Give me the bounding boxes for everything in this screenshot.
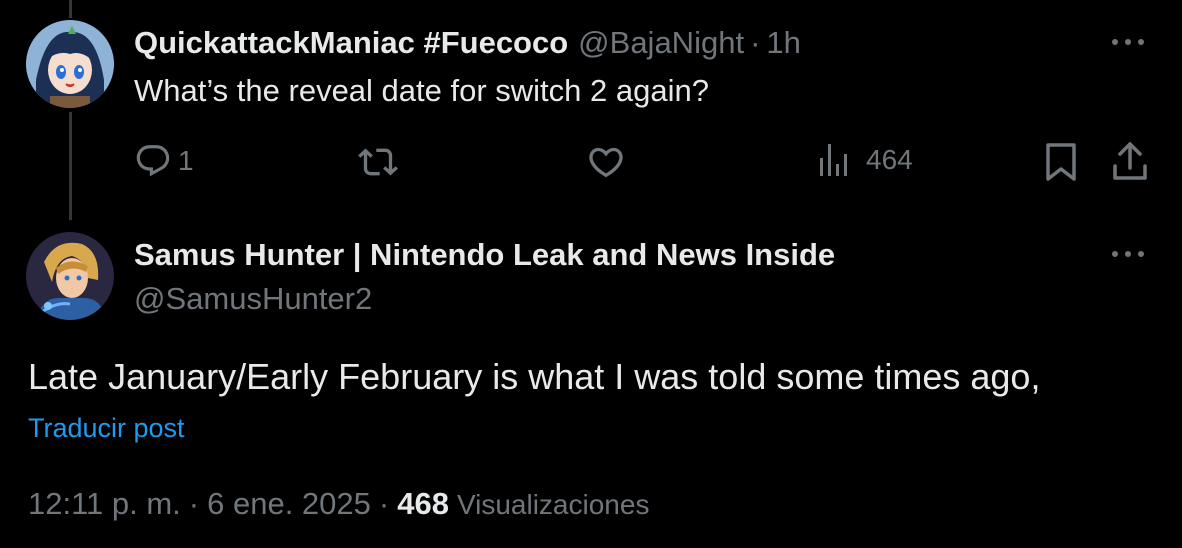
retweet-button[interactable] — [358, 142, 398, 182]
retweet-icon — [358, 148, 398, 176]
views-chart-icon — [820, 144, 847, 176]
tweet-thread: QuickattackManiac #Fuecoco @BajaNight · … — [0, 0, 1182, 548]
avatar-anime-girl-image — [26, 20, 114, 108]
views-stat[interactable]: 464 — [818, 142, 913, 178]
relative-time[interactable]: 1h — [766, 22, 800, 64]
translate-post-link[interactable]: Traducir post — [28, 410, 185, 446]
more-dot — [1138, 39, 1144, 45]
bookmark-icon — [1046, 143, 1076, 181]
thread-connector-line — [69, 112, 72, 220]
heart-icon — [589, 147, 623, 178]
more-options-button[interactable] — [1112, 32, 1144, 52]
reply-button[interactable]: 1 — [134, 142, 194, 180]
tweet-1-header: QuickattackManiac #Fuecoco @BajaNight · … — [134, 22, 801, 64]
more-horizontal-icon — [1112, 39, 1118, 45]
avatar-bajanight[interactable] — [26, 20, 114, 108]
more-dot — [1138, 251, 1144, 257]
more-dot — [1125, 39, 1131, 45]
tweet-text: What’s the reveal date for switch 2 agai… — [134, 73, 709, 108]
date[interactable]: 6 ene. 2025 — [207, 484, 371, 524]
reply-icon — [136, 145, 170, 177]
share-icon — [1113, 142, 1147, 180]
avatar-samushunter2[interactable] — [26, 232, 114, 320]
separator-dot: · — [378, 486, 390, 521]
views-label: Visualizaciones — [456, 489, 650, 520]
tweet-text: Late January/Early February is what I wa… — [28, 356, 1041, 397]
display-name[interactable]: QuickattackManiac #Fuecoco — [134, 22, 568, 64]
tweet-metadata: 12:11 p. m. · 6 ene. 2025 · 468 Visualiz… — [28, 484, 649, 525]
views-count: 464 — [866, 144, 913, 175]
reply-count: 1 — [178, 145, 194, 176]
more-horizontal-icon — [1112, 251, 1118, 257]
share-button[interactable] — [1110, 140, 1150, 182]
timestamp[interactable]: 12:11 p. m. — [28, 484, 181, 524]
user-handle[interactable]: @SamusHunter2 — [134, 278, 372, 320]
avatar-samus-image — [26, 232, 114, 320]
more-options-button[interactable] — [1112, 244, 1144, 264]
bookmark-button[interactable] — [1044, 142, 1078, 182]
user-handle[interactable]: @BajaNight — [578, 22, 744, 64]
thread-line-top — [69, 0, 72, 18]
display-name[interactable]: Samus Hunter | Nintendo Leak and News In… — [134, 234, 835, 276]
separator-dot: · — [750, 25, 761, 60]
more-dot — [1125, 251, 1131, 257]
views-count: 468 — [397, 486, 449, 521]
separator-dot: · — [188, 486, 200, 521]
like-button[interactable] — [586, 142, 626, 182]
